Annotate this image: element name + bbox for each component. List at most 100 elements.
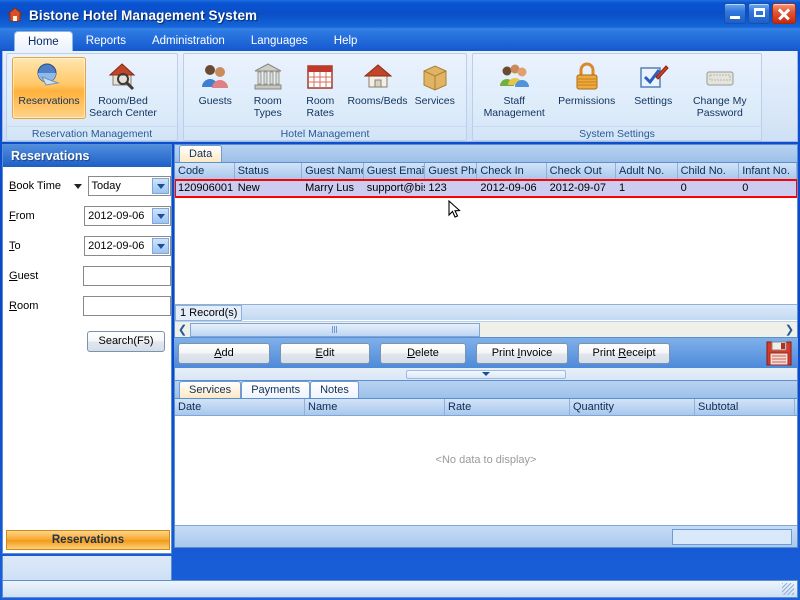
cell-check-out: 2012-09-07: [547, 180, 616, 197]
cell-guest-email: support@bis: [364, 180, 426, 197]
chevron-right-icon[interactable]: ❯: [782, 322, 797, 337]
room-input[interactable]: [83, 296, 171, 316]
detail-column-date[interactable]: Date: [175, 399, 305, 415]
cell-status: New: [235, 180, 302, 197]
record-count-bar: 1 Record(s): [175, 304, 797, 320]
ribbon-toolbar: Reservations Room/BedSearch Center Reser…: [2, 51, 798, 142]
ribbon-button-room-types-label: RoomTypes: [254, 96, 282, 119]
edit-button[interactable]: Edit: [280, 343, 370, 364]
tab-payments[interactable]: Payments: [241, 381, 310, 398]
to-date-value: 2012-09-06: [85, 240, 144, 252]
menu-tab-languages[interactable]: Languages: [238, 32, 321, 52]
grid-column-guest-email[interactable]: Guest Email: [364, 163, 426, 179]
grid-horizontal-scrollbar[interactable]: ❮ ❯: [175, 321, 797, 337]
box-icon: [418, 61, 452, 93]
ribbon-button-reservations[interactable]: Reservations: [12, 57, 86, 119]
ribbon-button-room-types[interactable]: RoomTypes: [242, 57, 295, 120]
grid-column-adult-no[interactable]: Adult No.: [616, 163, 678, 179]
print-receipt-button[interactable]: Print Receipt: [578, 343, 670, 364]
detail-column-subtotal[interactable]: Subtotal: [695, 399, 795, 415]
keyboard-icon: [703, 61, 737, 93]
ribbon-button-reservations-label: Reservations: [18, 96, 79, 108]
panel-splitter[interactable]: [174, 368, 798, 380]
tab-services[interactable]: Services: [179, 381, 241, 398]
print-invoice-button[interactable]: Print Invoice: [476, 343, 568, 364]
ribbon-group-hotel-management: Guests RoomTypes: [183, 53, 467, 141]
grid-column-code[interactable]: Code: [175, 163, 235, 179]
scrollbar-track[interactable]: [190, 323, 782, 337]
detail-status-field[interactable]: [672, 529, 792, 545]
ribbon-button-staff-management[interactable]: StaffManagement: [478, 57, 550, 120]
splitter-handle[interactable]: [406, 370, 566, 379]
table-row[interactable]: 120906001 New Marry Lus support@bis 123 …: [175, 180, 797, 197]
detail-column-name[interactable]: Name: [305, 399, 445, 415]
detail-column-quantity[interactable]: Quantity: [570, 399, 695, 415]
menu-tab-reports[interactable]: Reports: [73, 32, 139, 52]
detail-tab-strip: Services Payments Notes: [174, 380, 798, 398]
field-row-book-time: Book Time Today: [9, 175, 171, 197]
grid-column-infant-no[interactable]: Infant No.: [739, 163, 797, 179]
search-button[interactable]: Search(F5): [87, 331, 165, 352]
delete-button[interactable]: Delete: [380, 343, 466, 364]
to-date-combo[interactable]: 2012-09-06: [84, 236, 171, 256]
ribbon-button-rooms-beds-label: Rooms/Beds: [347, 96, 407, 108]
ribbon-button-services[interactable]: Services: [409, 57, 462, 119]
people-icon: [198, 61, 232, 93]
grid-column-guest-phone[interactable]: Guest Phone: [425, 163, 477, 179]
menu-tab-help[interactable]: Help: [321, 32, 371, 52]
minimize-button[interactable]: [724, 3, 746, 24]
ribbon-button-guests-label: Guests: [199, 96, 232, 108]
ribbon-button-room-bed-search-center[interactable]: Room/BedSearch Center: [86, 57, 160, 120]
from-date-value: 2012-09-06: [85, 210, 144, 222]
scrollbar-thumb[interactable]: [190, 323, 480, 337]
field-row-guest: Guest: [9, 265, 171, 287]
grid-column-child-no[interactable]: Child No.: [678, 163, 740, 179]
add-button[interactable]: Add: [178, 343, 270, 364]
sidebar-footer-reservations-button[interactable]: Reservations: [6, 530, 170, 550]
chevron-left-icon[interactable]: ❮: [175, 322, 190, 337]
ribbon-button-room-rates[interactable]: RoomRates: [294, 57, 347, 120]
field-row-room: Room: [9, 295, 171, 317]
reservations-grid: Code Status Guest Name Guest Email Guest…: [174, 162, 798, 338]
chevron-down-icon[interactable]: [482, 372, 490, 376]
menu-tab-home[interactable]: Home: [14, 31, 73, 52]
book-time-value: Today: [89, 180, 121, 192]
ribbon-button-settings[interactable]: Settings: [623, 57, 684, 119]
grid-column-guest-name[interactable]: Guest Name: [302, 163, 364, 179]
book-time-dropdown-icon[interactable]: [74, 184, 82, 189]
floppy-disk-save-icon[interactable]: [766, 341, 792, 366]
grid-column-status[interactable]: Status: [235, 163, 302, 179]
reservations-sidebar: Reservations Book Time Today From 2012-0…: [2, 144, 172, 554]
resize-grip-icon[interactable]: [782, 583, 794, 595]
grid-column-check-in[interactable]: Check In: [477, 163, 546, 179]
tab-notes[interactable]: Notes: [310, 381, 359, 398]
book-time-combo[interactable]: Today: [88, 176, 171, 196]
window-status-bar: [2, 580, 798, 598]
ribbon-button-change-my-password-label: Change MyPassword: [693, 96, 747, 119]
ribbon-button-guests[interactable]: Guests: [189, 57, 242, 119]
ribbon-group-reservation-management: Reservations Room/BedSearch Center Reser…: [6, 53, 178, 141]
calendar-icon: [303, 61, 337, 93]
tab-data[interactable]: Data: [179, 145, 222, 162]
ribbon-button-change-my-password[interactable]: Change MyPassword: [684, 57, 756, 120]
detail-status-bar: [175, 525, 797, 547]
guest-input[interactable]: [83, 266, 171, 286]
to-date-combo-arrow-icon[interactable]: [152, 238, 169, 254]
detail-column-rate[interactable]: Rate: [445, 399, 570, 415]
checkbox-pen-icon: [636, 61, 670, 93]
ribbon-button-room-bed-search-center-label: Room/BedSearch Center: [89, 96, 157, 119]
grid-column-check-out[interactable]: Check Out: [547, 163, 616, 179]
cell-child-no: 0: [678, 180, 740, 197]
ribbon-button-rooms-beds[interactable]: Rooms/Beds: [347, 57, 409, 119]
record-count-label: 1 Record(s): [175, 305, 242, 321]
from-date-combo-arrow-icon[interactable]: [152, 208, 169, 224]
book-time-combo-arrow-icon[interactable]: [152, 178, 169, 194]
ribbon-button-permissions[interactable]: Permissions: [550, 57, 622, 119]
main-content-area: Data Code Status Guest Name Guest Email …: [174, 144, 798, 596]
maximize-button[interactable]: [748, 3, 770, 24]
close-button[interactable]: [772, 3, 796, 24]
menu-tab-administration[interactable]: Administration: [139, 32, 238, 52]
from-date-combo[interactable]: 2012-09-06: [84, 206, 171, 226]
cell-guest-phone: 123: [425, 180, 477, 197]
ribbon-button-permissions-label: Permissions: [558, 96, 615, 108]
